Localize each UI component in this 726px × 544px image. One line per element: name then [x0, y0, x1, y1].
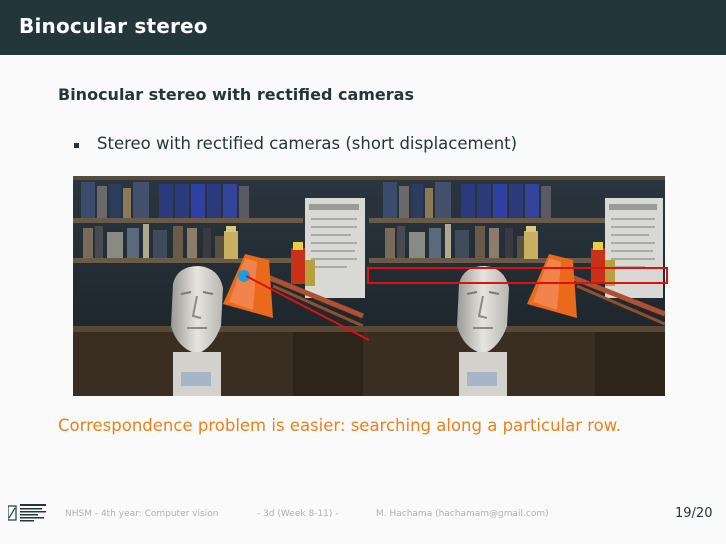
footer-course: NHSM - 4th year: Computer vision — [65, 509, 219, 519]
institution-logo-icon — [7, 500, 50, 528]
frame-title-bar: Binocular stereo — [0, 0, 726, 55]
bullet-marker-icon — [74, 143, 79, 148]
footer-week: - 3d (Week 8-11) - — [257, 509, 339, 519]
correspondence-point-icon — [238, 270, 250, 282]
frame-title: Binocular stereo — [19, 14, 208, 38]
page-number: 19/20 — [675, 506, 713, 521]
stereo-image-left-drawing — [73, 176, 369, 396]
stereo-image-left — [73, 176, 369, 396]
bullet-item: Stereo with rectified cameras (short dis… — [97, 134, 518, 153]
stereo-image-right-drawing — [369, 176, 665, 396]
footer-author: M. Hachama (hachamam@gmail.com) — [376, 509, 549, 519]
correspondence-text: Correspondence problem is easier: search… — [58, 416, 621, 435]
block-title: Binocular stereo with rectified cameras — [58, 85, 414, 104]
stereo-image-right — [369, 176, 665, 396]
